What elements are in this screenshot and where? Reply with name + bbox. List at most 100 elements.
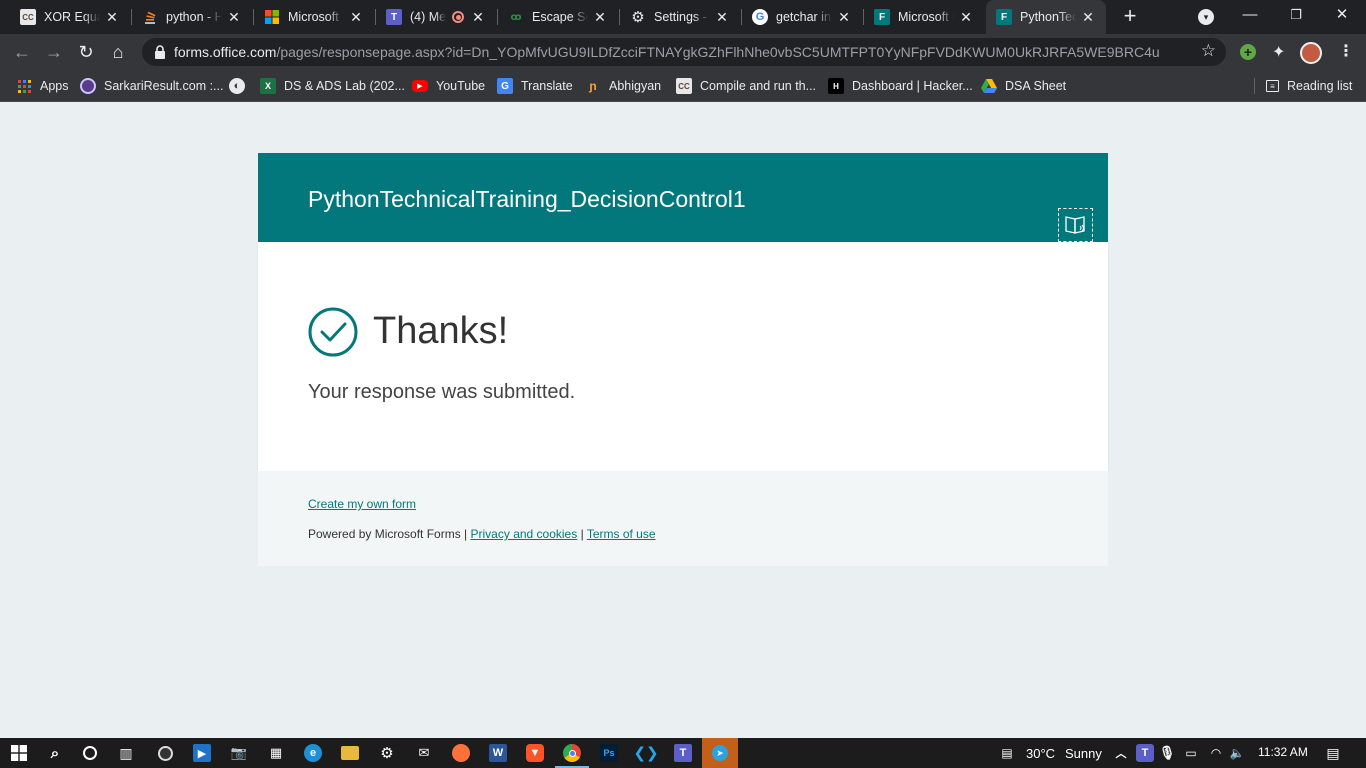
- settings-icon[interactable]: ⚙: [378, 744, 396, 762]
- home-icon[interactable]: ⌂: [106, 40, 130, 64]
- tab-title: XOR Equal: [44, 10, 100, 24]
- battery-icon[interactable]: ▭: [1182, 744, 1200, 762]
- excel-icon: X: [260, 78, 276, 94]
- back-icon[interactable]: ←: [10, 40, 34, 64]
- powered-by-text: Powered by Microsoft Forms | Privacy and…: [308, 527, 656, 541]
- bookmark-dsa-sheet[interactable]: DSA Sheet: [981, 77, 1066, 95]
- close-icon[interactable]: ✕: [1080, 9, 1096, 25]
- avatar[interactable]: [1300, 42, 1322, 64]
- browser-toolbar: ← → ↻ ⌂ forms.office.com/pages/responsep…: [0, 34, 1366, 70]
- close-window-icon[interactable]: ✕: [1332, 4, 1352, 26]
- obs-icon[interactable]: [156, 744, 174, 762]
- bookmark-abhigyan[interactable]: ɲ Abhigyan: [585, 77, 661, 95]
- bookmark-ds-ads-lab[interactable]: X DS & ADS Lab (202...: [260, 77, 405, 95]
- bookmark-hackerrank[interactable]: H Dashboard | Hacker...: [828, 77, 973, 95]
- file-explorer-icon[interactable]: [341, 746, 359, 760]
- tab-title: (4) Me: [410, 10, 447, 24]
- mail-icon[interactable]: ✉: [415, 744, 433, 762]
- teams-tray-icon[interactable]: T: [1136, 744, 1154, 762]
- terms-link[interactable]: Terms of use: [587, 527, 656, 541]
- new-tab-button[interactable]: +: [1118, 5, 1142, 29]
- globe-icon: ◐: [229, 78, 245, 94]
- geeksforgeeks-icon: ꝏ: [510, 11, 522, 23]
- firefox-icon[interactable]: [452, 744, 470, 762]
- tab-getchar[interactable]: G getchar in ✕: [742, 0, 862, 34]
- close-icon[interactable]: ✕: [836, 9, 852, 25]
- tab-settings[interactable]: ⚙ Settings - I ✕: [620, 0, 740, 34]
- tab-search-icon[interactable]: ▾: [1198, 9, 1214, 25]
- tab-escape-sequences[interactable]: ꝏ Escape Seq ✕: [498, 0, 618, 34]
- vscode-icon[interactable]: ❮❯: [633, 744, 658, 762]
- stackoverflow-icon: [142, 9, 158, 25]
- tab-teams[interactable]: T (4) Me ✕: [376, 0, 496, 34]
- bookmark-compile-and-run[interactable]: CC Compile and run th...: [676, 77, 816, 95]
- close-icon[interactable]: ✕: [348, 9, 364, 25]
- volume-icon[interactable]: 🔈: [1228, 744, 1246, 762]
- microphone-icon[interactable]: 🎙: [1158, 744, 1176, 762]
- notifications-icon[interactable]: ▤: [1324, 744, 1342, 762]
- youtube-icon: ▶: [412, 80, 428, 92]
- close-icon[interactable]: ✕: [226, 9, 242, 25]
- minimize-icon[interactable]: —: [1240, 4, 1260, 26]
- weather-temp[interactable]: 30°C: [1026, 746, 1055, 761]
- tab-xor-equal[interactable]: CC XOR Equal ✕: [10, 0, 130, 34]
- chevron-up-icon[interactable]: ︿: [1112, 744, 1130, 762]
- movies-app-icon[interactable]: ▶: [193, 744, 211, 762]
- footer-separator: |: [580, 527, 584, 541]
- bookmark-label: Compile and run th...: [700, 79, 817, 93]
- restore-icon[interactable]: ❐: [1286, 4, 1306, 26]
- bookmarks-separator: [1254, 78, 1255, 94]
- extensions-puzzle-icon[interactable]: ✦: [1272, 42, 1285, 62]
- check-circle-icon: [308, 307, 358, 357]
- brave-icon[interactable]: ▼: [526, 744, 544, 762]
- tab-microsoft-forms[interactable]: F Microsoft F ✕: [864, 0, 984, 34]
- close-icon[interactable]: ✕: [470, 9, 486, 25]
- create-form-link[interactable]: Create my own form: [308, 497, 416, 511]
- calculator-icon[interactable]: ▦: [267, 744, 285, 762]
- cortana-icon[interactable]: [81, 744, 99, 762]
- bookmark-sarkariresult[interactable]: SarkariResult.com :...: [80, 77, 223, 95]
- close-icon[interactable]: ✕: [958, 9, 974, 25]
- hackerrank-icon: H: [828, 78, 844, 94]
- chrome-icon[interactable]: [563, 744, 581, 762]
- bookmark-label: YouTube: [436, 79, 486, 93]
- edge-icon[interactable]: e: [304, 744, 322, 762]
- address-bar[interactable]: forms.office.com/pages/responsepage.aspx…: [142, 38, 1226, 66]
- bookmark-star-icon[interactable]: ☆: [1201, 41, 1216, 61]
- telegram-icon[interactable]: ➤: [702, 738, 738, 768]
- camera-icon[interactable]: 📷: [230, 744, 248, 762]
- word-icon[interactable]: W: [489, 744, 507, 762]
- reading-list-button[interactable]: ≡ Reading list: [1266, 77, 1352, 95]
- weather-desc[interactable]: Sunny: [1065, 746, 1102, 761]
- clock-time[interactable]: 11:32 AM: [1258, 745, 1308, 759]
- tab-title: PythonTech: [1020, 10, 1076, 24]
- forward-icon[interactable]: →: [42, 40, 66, 64]
- bookmark-apps[interactable]: Apps: [16, 77, 69, 95]
- bookmark-globe[interactable]: ◐: [229, 77, 253, 95]
- tab-microsoft-teams-page[interactable]: Microsoft T ✕: [254, 0, 374, 34]
- teams-taskbar-icon[interactable]: T: [674, 744, 692, 762]
- photoshop-icon[interactable]: Ps: [600, 744, 618, 762]
- tab-python[interactable]: python - H ✕: [132, 0, 252, 34]
- tab-title: Settings - I: [654, 10, 710, 24]
- weather-icon[interactable]: ▤: [996, 744, 1018, 762]
- search-icon[interactable]: ⌕: [46, 744, 64, 762]
- close-icon[interactable]: ✕: [592, 9, 608, 25]
- bookmark-label: Translate: [521, 79, 573, 93]
- bookmark-youtube[interactable]: ▶ YouTube: [412, 77, 485, 95]
- privacy-link[interactable]: Privacy and cookies: [471, 527, 578, 541]
- close-icon[interactable]: ✕: [104, 9, 120, 25]
- immersive-reader-button[interactable]: [1058, 208, 1093, 242]
- wifi-icon[interactable]: ◠: [1207, 744, 1225, 762]
- tab-python-technical-active[interactable]: F PythonTech ✕: [986, 0, 1106, 34]
- extension-add-icon[interactable]: +: [1240, 44, 1256, 60]
- windows-start-icon[interactable]: [10, 744, 28, 762]
- menu-dots-icon[interactable]: ⋮: [1338, 40, 1354, 64]
- bookmark-translate[interactable]: G Translate: [497, 77, 573, 95]
- bookmark-label: DS & ADS Lab (202...: [284, 79, 405, 93]
- reload-icon[interactable]: ↻: [74, 40, 98, 64]
- task-view-icon[interactable]: ▥: [117, 744, 135, 762]
- apps-grid-icon: [16, 78, 32, 94]
- close-icon[interactable]: ✕: [714, 9, 730, 25]
- codechef-icon: CC: [676, 78, 692, 94]
